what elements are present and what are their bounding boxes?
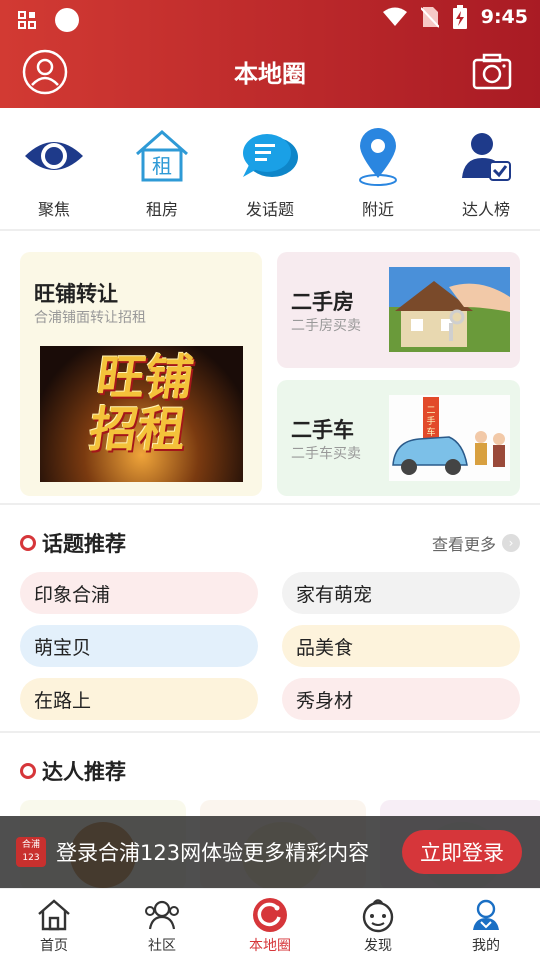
shop-image-text-line1: 旺铺 — [93, 350, 198, 406]
topic-label: 印象合浦 — [34, 583, 111, 606]
site-logo: 合浦 123 — [16, 837, 46, 867]
topic-pill[interactable]: 印象合浦 — [20, 572, 258, 614]
battery-charging-icon — [452, 5, 467, 29]
camera-icon[interactable] — [472, 52, 512, 92]
card-subtitle: 合浦铺面转让招租 — [34, 310, 146, 326]
tab-label: 首页 — [40, 938, 68, 954]
topic-label: 品美食 — [296, 636, 354, 659]
quick-nav-rent[interactable]: 租 租房 — [108, 108, 216, 230]
bottom-tab-bar: 首页 社区 本地圈 发现 我的 — [0, 888, 540, 960]
tab-label: 我的 — [472, 938, 500, 954]
used-car-image: 二 手 车 — [389, 395, 510, 481]
section-dot-icon — [20, 535, 36, 551]
login-button[interactable]: 立即登录 — [402, 830, 522, 874]
used-car-sign-line1: 二 — [426, 406, 435, 416]
section-title: 达人推荐 — [42, 760, 126, 784]
quick-nav-expert-ranking[interactable]: 达人榜 — [432, 108, 540, 230]
logo-line1: 合浦 — [21, 840, 40, 850]
quick-nav: 聚焦 租 租房 发话题 附近 达人榜 — [0, 108, 540, 230]
topic-label: 在路上 — [34, 689, 92, 712]
discover-icon — [362, 899, 394, 933]
shop-transfer-card[interactable]: 旺铺转让 合浦铺面转让招租 旺铺 招租 — [20, 252, 262, 496]
used-car-sign-line3: 车 — [426, 426, 435, 438]
topic-pill[interactable]: 家有萌宠 — [282, 572, 520, 614]
section-title: 话题推荐 — [42, 532, 126, 556]
quick-nav-label: 发话题 — [245, 200, 294, 219]
topics-section-header: 话题推荐 — [20, 528, 126, 558]
quick-nav-post-topic[interactable]: 发话题 — [216, 108, 324, 230]
divider — [0, 229, 540, 231]
quick-nav-nearby[interactable]: 附近 — [324, 108, 432, 230]
shop-image-text-line2: 招租 — [85, 402, 190, 458]
card-subtitle: 二手房买卖 — [291, 318, 361, 334]
topic-pill[interactable]: 秀身材 — [282, 678, 520, 720]
logo-line2: 123 — [22, 853, 40, 863]
second-hand-house-card[interactable]: 二手房 二手房买卖 — [277, 252, 520, 368]
quick-nav-label: 达人榜 — [461, 200, 510, 219]
topic-pill[interactable]: 在路上 — [20, 678, 258, 720]
profile-icon — [473, 899, 499, 930]
quick-nav-focus[interactable]: 聚焦 — [0, 108, 108, 230]
topic-pill[interactable]: 萌宝贝 — [20, 625, 258, 667]
home-icon — [38, 899, 70, 931]
tab-profile[interactable]: 我的 — [432, 889, 540, 960]
topic-label: 家有萌宠 — [296, 583, 373, 606]
wifi-icon — [382, 7, 407, 26]
divider — [0, 503, 540, 505]
tab-discover[interactable]: 发现 — [324, 889, 432, 960]
page-title: 本地圈 — [234, 60, 306, 88]
chevron-right-icon: › — [502, 534, 520, 552]
tab-label: 社区 — [148, 938, 176, 954]
experts-section-header: 达人推荐 — [20, 756, 126, 786]
house-keys-image — [389, 267, 510, 352]
local-circle-icon — [253, 898, 287, 932]
status-bar: 9:45 — [0, 0, 540, 36]
tab-label: 本地圈 — [249, 938, 291, 954]
card-subtitle: 二手车买卖 — [291, 446, 361, 462]
quick-nav-label: 租房 — [145, 200, 178, 219]
divider — [0, 731, 540, 733]
app-grid-icon — [18, 11, 36, 29]
status-time: 9:45 — [480, 6, 528, 28]
card-title: 二手车 — [291, 418, 354, 442]
no-sim-icon — [420, 7, 439, 28]
house-rent-icon: 租 — [136, 130, 188, 182]
topic-label: 萌宝贝 — [34, 636, 92, 659]
login-prompt-text: 登录合浦123网体验更多精彩内容 — [56, 841, 370, 865]
card-title: 二手房 — [291, 290, 354, 314]
shop-rent-image: 旺铺 招租 — [40, 346, 243, 482]
topic-label: 秀身材 — [296, 689, 354, 712]
second-hand-car-card[interactable]: 二手车 二手车买卖 二 手 车 — [277, 380, 520, 496]
login-prompt-banner: 合浦 123 登录合浦123网体验更多精彩内容 立即登录 — [0, 816, 540, 888]
view-more-link[interactable]: 查看更多 › — [432, 531, 520, 555]
top-app-bar: 本地圈 — [0, 36, 540, 108]
tab-local-circle[interactable]: 本地圈 — [216, 889, 324, 960]
view-more-label: 查看更多 — [431, 535, 496, 554]
chat-bubble-icon — [243, 134, 298, 177]
circle-notification-icon — [55, 8, 79, 32]
topic-pill[interactable]: 品美食 — [282, 625, 520, 667]
expert-badge-icon — [462, 133, 511, 181]
svg-text:租: 租 — [152, 154, 172, 178]
card-title: 旺铺转让 — [34, 282, 118, 306]
tab-community[interactable]: 社区 — [108, 889, 216, 960]
quick-nav-label: 附近 — [361, 200, 394, 219]
tab-home[interactable]: 首页 — [0, 889, 108, 960]
section-dot-icon — [20, 763, 36, 779]
quick-nav-label: 聚焦 — [37, 200, 70, 219]
community-icon — [145, 900, 179, 930]
tab-label: 发现 — [364, 938, 392, 954]
location-pin-icon — [359, 128, 397, 186]
eye-icon — [25, 142, 83, 170]
used-car-sign-line2: 手 — [426, 415, 435, 427]
